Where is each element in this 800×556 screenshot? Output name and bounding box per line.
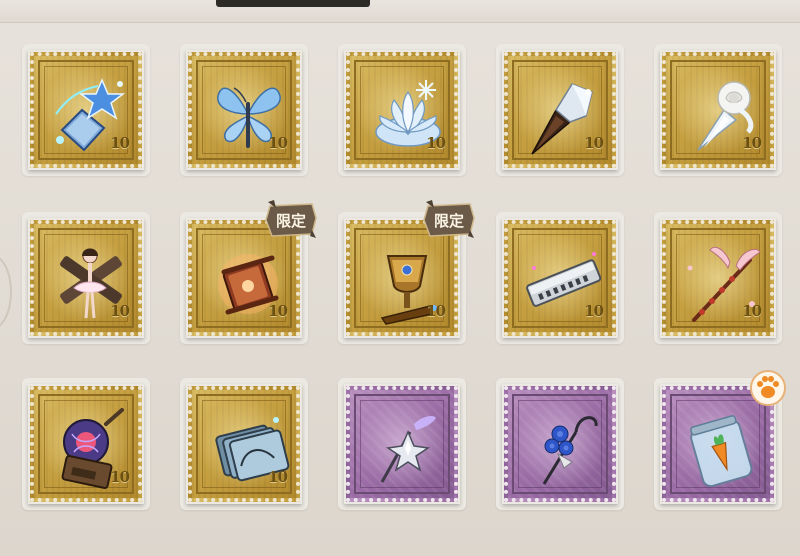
gold-stamp-frame: 10 <box>188 386 300 502</box>
stamp-value: 10 <box>110 134 130 152</box>
item-collection-grid: 10 10 10 10 10 10 10 限定 10 限定 10 10 10 1… <box>0 0 800 556</box>
collection-slot[interactable] <box>654 370 786 510</box>
limited-badge: 限定 <box>264 200 318 240</box>
collection-slot[interactable]: 10 <box>496 44 624 176</box>
collection-slot[interactable]: 10 <box>180 378 308 510</box>
stamp-value: 10 <box>268 468 288 486</box>
gold-stamp-frame: 10 <box>188 52 300 168</box>
limited-badge: 限定 <box>422 200 476 240</box>
collection-slot[interactable]: 10 <box>22 212 150 344</box>
collection-slot[interactable]: 10 <box>654 44 782 176</box>
stamp-value: 10 <box>268 302 288 320</box>
stamp-value: 10 <box>742 302 762 320</box>
paw-badge-icon <box>748 368 788 408</box>
gold-stamp-frame: 10 <box>504 52 616 168</box>
stamp-value: 10 <box>426 302 446 320</box>
stamp-value: 10 <box>426 134 446 152</box>
collection-slot[interactable]: 10 <box>22 378 150 510</box>
stamp-value: 10 <box>742 134 762 152</box>
stamp-value: 10 <box>584 302 604 320</box>
collection-slot[interactable]: 10 限定 <box>338 200 475 344</box>
gold-stamp-frame: 10 <box>30 386 142 502</box>
gold-stamp-frame: 10 <box>30 220 142 336</box>
collection-slot[interactable]: 10 <box>180 44 308 176</box>
collection-slot[interactable]: 10 <box>338 44 466 176</box>
carrot-jar-icon <box>680 404 764 492</box>
gold-stamp-frame: 10 <box>662 220 774 336</box>
purple-stamp-frame <box>346 386 458 502</box>
limited-badge-label: 限定 <box>433 212 464 230</box>
star-pendulum-icon <box>364 404 448 492</box>
collection-slot[interactable] <box>338 378 466 510</box>
gold-stamp-frame: 10 <box>662 52 774 168</box>
collection-slot[interactable]: 10 <box>22 44 150 176</box>
gold-stamp-frame: 10 <box>504 220 616 336</box>
limited-badge-label: 限定 <box>275 212 306 230</box>
collection-slot[interactable] <box>496 378 624 510</box>
blue-rose-cane-icon <box>522 404 606 492</box>
stamp-value: 10 <box>110 468 130 486</box>
collection-slot[interactable]: 10 限定 <box>180 200 317 344</box>
purple-stamp-frame <box>504 386 616 502</box>
stamp-value: 10 <box>268 134 288 152</box>
stamp-value: 10 <box>584 134 604 152</box>
collection-slot[interactable]: 10 <box>496 212 624 344</box>
gold-stamp-frame: 10 <box>30 52 142 168</box>
gold-stamp-frame: 10 <box>346 52 458 168</box>
stamp-value: 10 <box>110 302 130 320</box>
collection-slot[interactable]: 10 <box>654 212 782 344</box>
